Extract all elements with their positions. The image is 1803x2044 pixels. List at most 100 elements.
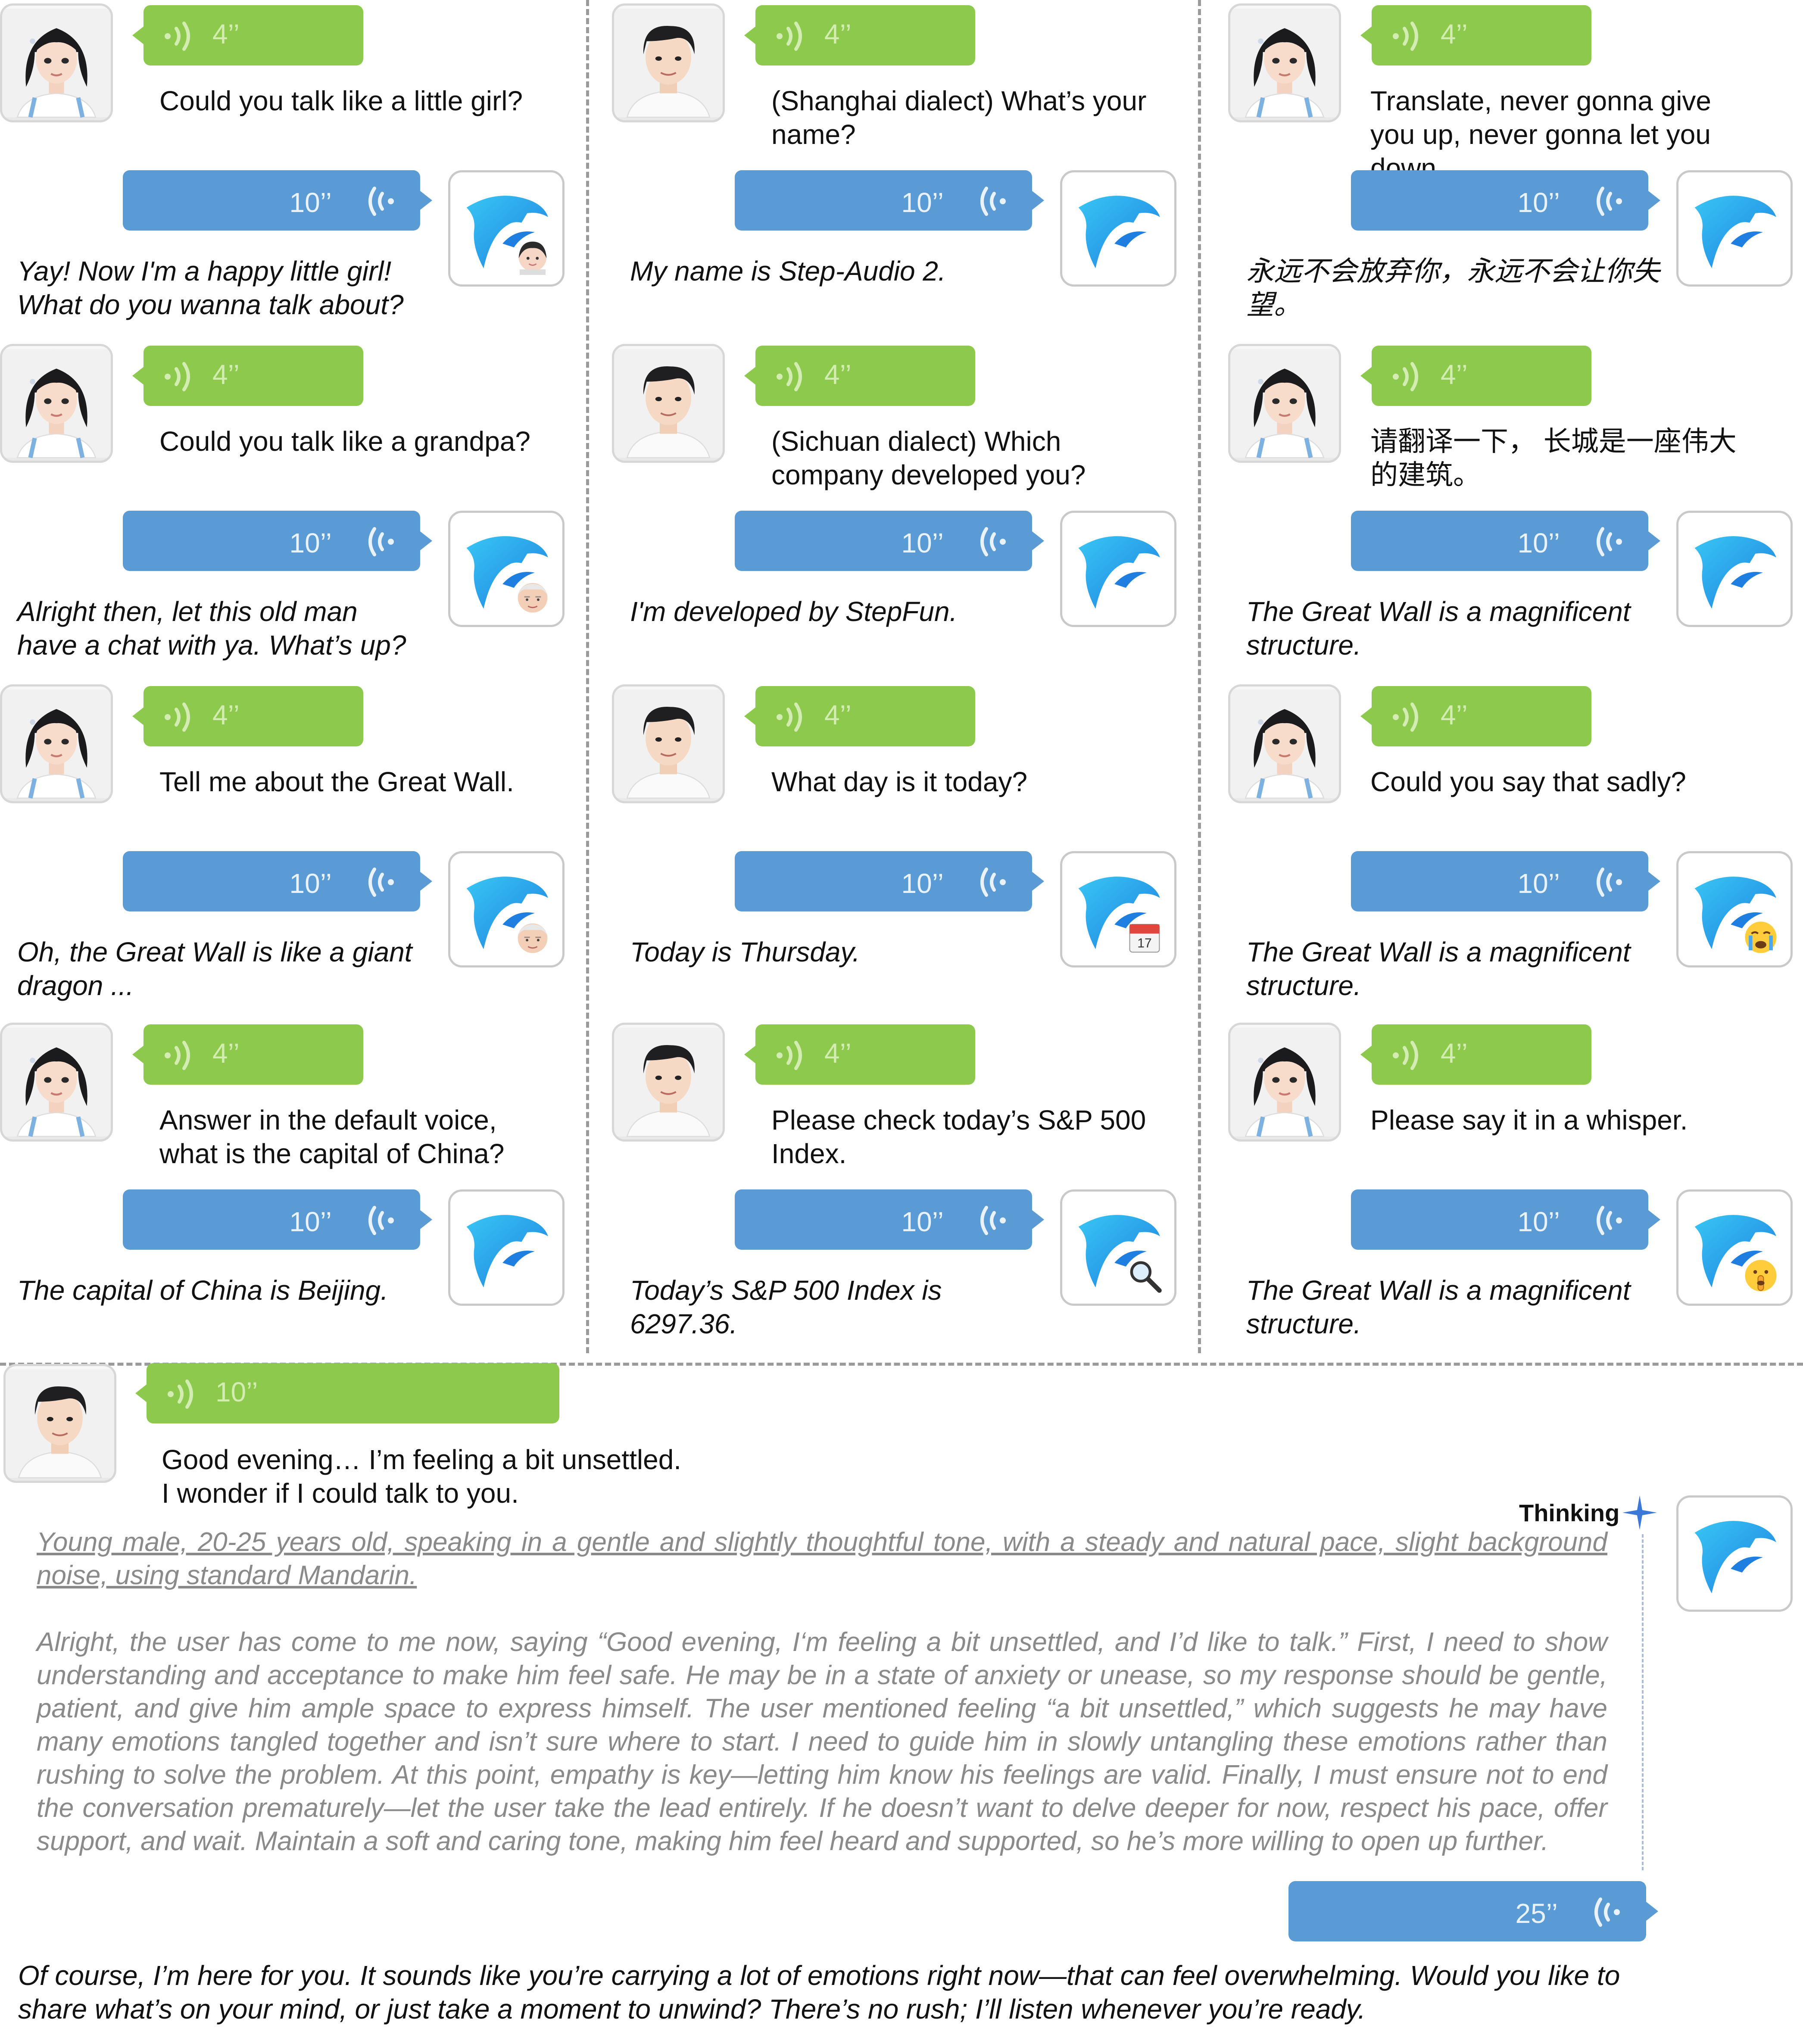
user-transcript: Tell me about the Great Wall. xyxy=(159,766,514,797)
sound-wave-icon xyxy=(368,868,394,897)
assistant-avatar xyxy=(1060,1189,1176,1306)
assistant-voice-message[interactable]: 10’’ xyxy=(735,511,1044,571)
thinking-description: Young male, 20-25 years old, speaking in… xyxy=(37,1527,1607,1590)
user-voice-message[interactable]: 4’’ xyxy=(744,686,975,746)
user-voice-message[interactable]: 4’’ xyxy=(1360,1024,1591,1085)
old-man-face-icon xyxy=(518,583,548,613)
female-face-icon xyxy=(1230,9,1339,118)
assistant-voice-message[interactable]: 10’’ xyxy=(735,1189,1044,1250)
user-avatar xyxy=(1228,3,1341,122)
user-avatar xyxy=(1228,1023,1341,1142)
sound-wave-icon xyxy=(165,1041,190,1070)
user-transcript: Could you talk like a grandpa? xyxy=(159,426,530,457)
sound-wave-icon xyxy=(980,527,1006,556)
sound-wave-icon xyxy=(1393,702,1418,732)
sound-wave-icon xyxy=(777,1041,802,1070)
assistant-voice-message[interactable]: 10’’ xyxy=(123,1189,432,1250)
assistant-voice-message[interactable]: 25’’ xyxy=(1288,1881,1658,1941)
voice-duration: 4’’ xyxy=(1441,359,1468,390)
assistant-transcript: The Great Wall is a magnificent structur… xyxy=(1246,1275,1631,1339)
user-voice-message[interactable]: 4’’ xyxy=(1360,5,1591,66)
assistant-avatar xyxy=(448,511,565,627)
user-voice-message[interactable]: 4’’ xyxy=(132,346,363,406)
assistant-voice-message[interactable]: 10’’ xyxy=(1351,170,1660,231)
user-transcript: Translate, never gonna give you up, neve… xyxy=(1370,85,1711,184)
voice-duration: 4’’ xyxy=(824,359,852,390)
user-transcript: 请翻译一下， 长城是一座伟大的建筑。 xyxy=(1370,426,1737,490)
girl-face-icon xyxy=(518,241,547,275)
sound-wave-icon xyxy=(1597,868,1622,897)
user-avatar xyxy=(0,684,113,803)
assistant-voice-message[interactable]: 10’’ xyxy=(1351,851,1660,911)
dolphin-logo-icon xyxy=(1078,536,1160,609)
user-voice-message[interactable]: 4’’ xyxy=(744,346,975,406)
sound-wave-icon xyxy=(368,1206,394,1235)
user-voice-message[interactable]: 4’’ xyxy=(1360,686,1591,746)
conversation-turn: 4’’ Translate, never gonna give you up, … xyxy=(1228,0,1803,340)
assistant-avatar xyxy=(448,170,565,287)
conversation-turn: 4’’ Could you talk like a grandpa? 10’’ xyxy=(0,340,599,681)
sound-wave-icon xyxy=(168,1379,193,1409)
voice-duration: 4’’ xyxy=(1441,1038,1468,1069)
user-transcript: (Shanghai dialect) What’s your name? xyxy=(771,85,1147,150)
dolphin-logo-icon xyxy=(1078,196,1160,268)
crying-face-icon xyxy=(1745,921,1777,953)
user-avatar-male xyxy=(3,1364,116,1483)
voice-duration: 25’’ xyxy=(1515,1898,1558,1929)
user-voice-message[interactable]: 4’’ xyxy=(132,1024,363,1085)
conversation-column: 4’’ Translate, never gonna give you up, … xyxy=(1228,0,1803,1353)
sound-wave-icon xyxy=(1597,527,1622,556)
user-avatar xyxy=(0,344,113,463)
conversation-turn: 4’’ Answer in the default voice, what is… xyxy=(0,1019,599,1360)
user-voice-message[interactable]: 4’’ xyxy=(744,1024,975,1085)
female-face-icon xyxy=(1230,349,1339,459)
assistant-avatar xyxy=(448,851,565,967)
thinking-guide-line xyxy=(1642,1534,1644,1870)
voice-duration: 10’’ xyxy=(1517,527,1560,559)
voice-duration: 10’’ xyxy=(1517,868,1560,899)
sound-wave-icon xyxy=(1393,1041,1418,1070)
assistant-avatar xyxy=(1676,170,1793,287)
dolphin-logo-icon xyxy=(466,1215,548,1288)
user-voice-message[interactable]: 4’’ xyxy=(132,686,363,746)
assistant-voice-message[interactable]: 10’’ xyxy=(1351,511,1660,571)
voice-duration: 4’’ xyxy=(1441,699,1468,730)
assistant-voice-message[interactable]: 10’’ xyxy=(1351,1189,1660,1250)
magnifier-icon xyxy=(1130,1261,1162,1293)
sparkle-icon xyxy=(1622,1495,1657,1530)
user-transcript: Please say it in a whisper. xyxy=(1370,1105,1688,1136)
female-face-icon xyxy=(2,690,111,799)
assistant-avatar: 17 xyxy=(1060,851,1176,967)
user-transcript: Please check today’s S&P 500 Index. xyxy=(771,1105,1146,1169)
voice-duration: 10’’ xyxy=(215,1376,258,1407)
sound-wave-icon xyxy=(980,1206,1006,1235)
voice-duration: 10’’ xyxy=(1517,1206,1560,1237)
assistant-voice-message[interactable]: 10’’ xyxy=(123,170,432,231)
user-transcript: Answer in the default voice, what is the… xyxy=(159,1105,505,1169)
user-voice-message[interactable]: 4’’ xyxy=(132,5,363,66)
sound-wave-icon xyxy=(980,187,1006,216)
conversation-turn: 4’’ Tell me about the Great Wall. 10’’ O… xyxy=(0,681,599,1021)
voice-duration: 10’’ xyxy=(289,527,332,559)
assistant-voice-message[interactable]: 10’’ xyxy=(735,851,1044,911)
assistant-voice-message[interactable]: 10’’ xyxy=(735,170,1044,231)
assistant-transcript: The Great Wall is a magnificent structur… xyxy=(1246,936,1631,1001)
user-avatar xyxy=(612,1023,725,1142)
user-voice-message[interactable]: 4’’ xyxy=(1360,346,1591,406)
assistant-transcript: Today’s S&P 500 Index is 6297.36. xyxy=(630,1275,942,1339)
assistant-voice-message[interactable]: 10’’ xyxy=(123,851,432,911)
user-transcript-line: I wonder if I could talk to you. xyxy=(162,1478,519,1509)
sound-wave-icon xyxy=(165,702,190,732)
shushing-face-icon xyxy=(1745,1260,1777,1292)
assistant-avatar xyxy=(1676,1495,1793,1612)
user-voice-message[interactable]: 10’’ xyxy=(135,1363,559,1423)
user-transcript-line: Good evening… I’m feeling a bit unsettle… xyxy=(162,1444,682,1475)
conversation-column: 4’’ Could you talk like a little girl? 1… xyxy=(0,0,599,1353)
conversation-turn: 4’’ Please say it in a whisper. 10’’ The… xyxy=(1228,1019,1803,1360)
user-voice-message[interactable]: 4’’ xyxy=(744,5,975,66)
assistant-voice-message[interactable]: 10’’ xyxy=(123,511,432,571)
user-avatar xyxy=(0,1023,113,1142)
voice-duration: 10’’ xyxy=(1517,187,1560,218)
voice-duration: 4’’ xyxy=(212,1038,240,1069)
female-face-icon xyxy=(1230,1028,1339,1137)
